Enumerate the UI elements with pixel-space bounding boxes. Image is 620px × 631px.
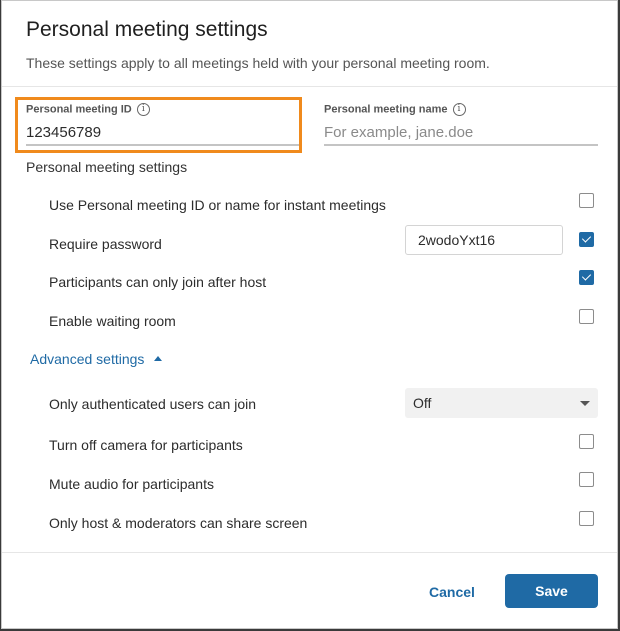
personal-meeting-settings-dialog: Personal meeting settings These settings… (1, 0, 618, 629)
footer-divider (2, 552, 617, 553)
require-password-checkbox[interactable] (579, 232, 594, 247)
setting-authenticated-users-label: Only authenticated users can join (49, 396, 257, 412)
meeting-id-label: Personal meeting ID i (26, 103, 150, 116)
header-divider (2, 86, 617, 87)
info-icon[interactable]: i (136, 103, 150, 116)
setting-join-after-host-label: Participants can only join after host (49, 274, 267, 290)
meeting-name-label: Personal meeting name i (324, 103, 466, 116)
authenticated-users-select[interactable]: Off (405, 388, 598, 418)
waiting-room-checkbox[interactable] (579, 309, 594, 324)
info-icon[interactable]: i (452, 103, 466, 116)
setting-share-screen-label: Only host & moderators can share screen (49, 515, 308, 531)
chevron-down-icon (580, 401, 590, 406)
section-label: Personal meeting settings (26, 159, 188, 175)
join-after-host-checkbox[interactable] (579, 270, 594, 285)
setting-waiting-room-label: Enable waiting room (49, 313, 176, 329)
password-input[interactable] (405, 225, 563, 255)
setting-instant-meetings-label: Use Personal meeting ID or name for inst… (49, 197, 386, 213)
instant-meetings-checkbox[interactable] (579, 193, 594, 208)
advanced-settings-toggle[interactable]: Advanced settings (30, 351, 163, 367)
setting-camera-off-label: Turn off camera for participants (49, 437, 243, 453)
setting-require-password-label: Require password (49, 236, 162, 252)
share-screen-checkbox[interactable] (579, 511, 594, 526)
mute-audio-checkbox[interactable] (579, 472, 594, 487)
advanced-settings-label: Advanced settings (30, 351, 145, 367)
setting-mute-audio-label: Mute audio for participants (49, 476, 214, 492)
meeting-name-input[interactable] (324, 120, 598, 146)
camera-off-checkbox[interactable] (579, 434, 594, 449)
meeting-id-input[interactable] (26, 120, 299, 146)
save-button[interactable]: Save (505, 574, 598, 608)
meeting-id-label-text: Personal meeting ID (26, 103, 132, 116)
dialog-subtitle: These settings apply to all meetings hel… (26, 55, 490, 71)
meeting-name-label-text: Personal meeting name (324, 103, 448, 116)
caret-up-icon (154, 355, 163, 361)
dialog-title: Personal meeting settings (26, 18, 268, 41)
cancel-button[interactable]: Cancel (417, 576, 487, 608)
select-value: Off (413, 395, 432, 411)
